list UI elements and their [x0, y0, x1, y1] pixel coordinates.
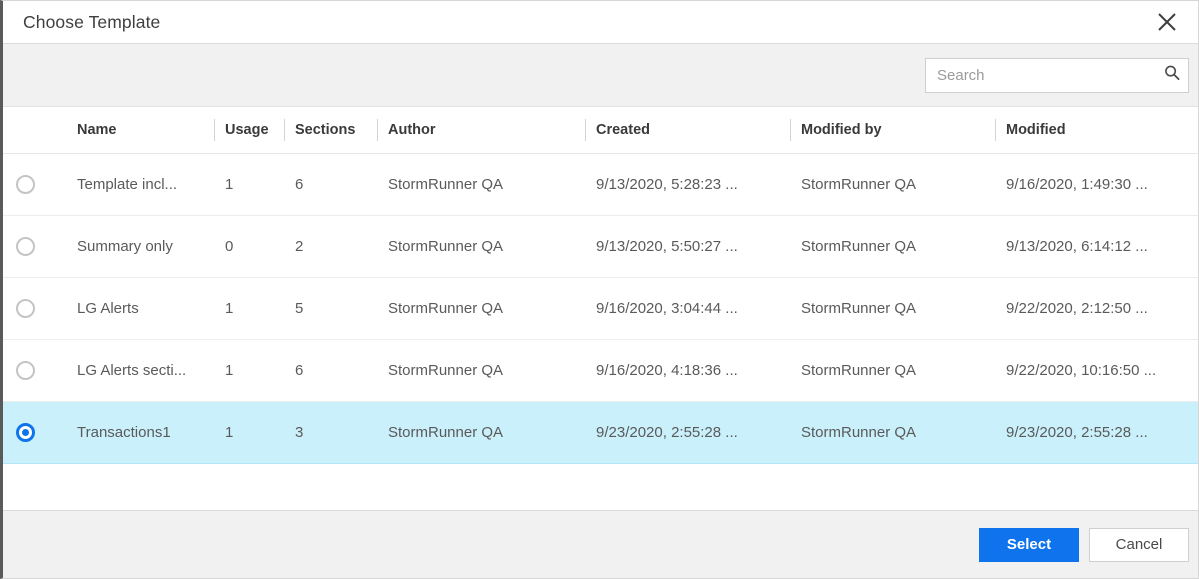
search-input[interactable]	[925, 57, 1189, 93]
cell-created: 9/13/2020, 5:50:27 ...	[585, 215, 790, 278]
cell-sections: 2	[284, 215, 377, 278]
cell-modified-by: StormRunner QA	[790, 153, 995, 216]
select-button[interactable]: Select	[979, 527, 1079, 562]
templates-table: Name Usage Sections Author Created Modif…	[3, 107, 1198, 464]
choose-template-dialog: Choose Template Search Name Usage Sectio…	[0, 0, 1199, 579]
column-header-modified-by[interactable]: Modified by	[790, 107, 995, 154]
column-header-sections[interactable]: Sections	[284, 107, 377, 154]
search-box	[925, 57, 1189, 93]
cell-modified: 9/13/2020, 6:14:12 ...	[995, 215, 1198, 278]
cell-name: Summary only	[66, 215, 214, 278]
dialog-toolbar	[3, 44, 1198, 107]
cell-created: 9/23/2020, 2:55:28 ...	[585, 400, 790, 464]
row-radio-button[interactable]	[16, 236, 35, 256]
cell-usage: 1	[214, 400, 284, 464]
cell-modified-by: StormRunner QA	[790, 215, 995, 278]
cell-sections: 6	[284, 153, 377, 216]
column-header-usage[interactable]: Usage	[214, 107, 284, 154]
column-header-name[interactable]: Name	[66, 107, 214, 154]
cell-usage: 1	[214, 277, 284, 340]
cell-author: StormRunner QA	[377, 277, 585, 340]
table-row[interactable]: Template incl... 1 6 StormRunner QA 9/13…	[3, 153, 1198, 216]
cell-author: StormRunner QA	[377, 400, 585, 464]
row-radio-button-checked[interactable]	[16, 422, 35, 442]
row-select-cell[interactable]	[3, 153, 66, 216]
row-select-cell[interactable]	[3, 400, 66, 464]
column-header-author[interactable]: Author	[377, 107, 585, 154]
row-select-cell[interactable]	[3, 277, 66, 340]
table-row-selected[interactable]: Transactions1 1 3 StormRunner QA 9/23/20…	[3, 400, 1198, 464]
cell-usage: 1	[214, 339, 284, 402]
dialog-title: Choose Template	[23, 11, 161, 32]
cell-modified: 9/22/2020, 10:16:50 ...	[995, 339, 1198, 402]
cell-author: StormRunner QA	[377, 215, 585, 278]
cell-created: 9/16/2020, 3:04:44 ...	[585, 277, 790, 340]
row-radio-button[interactable]	[16, 174, 35, 194]
cell-modified: 9/22/2020, 2:12:50 ...	[995, 277, 1198, 340]
column-header-modified[interactable]: Modified	[995, 107, 1198, 154]
close-icon	[1156, 11, 1178, 33]
cell-author: StormRunner QA	[377, 153, 585, 216]
cell-name: Template incl...	[66, 153, 214, 216]
dialog-footer: Select Cancel	[3, 510, 1198, 578]
cell-sections: 5	[284, 277, 377, 340]
row-select-cell[interactable]	[3, 215, 66, 278]
cell-modified: 9/23/2020, 2:55:28 ...	[995, 400, 1198, 464]
table-body: Template incl... 1 6 StormRunner QA 9/13…	[3, 153, 1198, 464]
cell-modified: 9/16/2020, 1:49:30 ...	[995, 153, 1198, 216]
cell-created: 9/13/2020, 5:28:23 ...	[585, 153, 790, 216]
table-header: Name Usage Sections Author Created Modif…	[3, 107, 1198, 154]
column-header-select	[3, 107, 66, 154]
column-header-created[interactable]: Created	[585, 107, 790, 154]
row-select-cell[interactable]	[3, 339, 66, 402]
cell-modified-by: StormRunner QA	[790, 400, 995, 464]
table-row[interactable]: Summary only 0 2 StormRunner QA 9/13/202…	[3, 215, 1198, 278]
close-button[interactable]	[1150, 5, 1184, 39]
cell-usage: 1	[214, 153, 284, 216]
table-header-row: Name Usage Sections Author Created Modif…	[3, 107, 1198, 154]
table-row[interactable]: LG Alerts secti... 1 6 StormRunner QA 9/…	[3, 339, 1198, 402]
cell-name: LG Alerts secti...	[66, 339, 214, 402]
cell-name: LG Alerts	[66, 277, 214, 340]
row-radio-button[interactable]	[16, 298, 35, 318]
cell-usage: 0	[214, 215, 284, 278]
table-row[interactable]: LG Alerts 1 5 StormRunner QA 9/16/2020, …	[3, 277, 1198, 340]
cell-modified-by: StormRunner QA	[790, 277, 995, 340]
cell-sections: 3	[284, 400, 377, 464]
row-radio-button[interactable]	[16, 360, 35, 380]
cell-sections: 6	[284, 339, 377, 402]
cell-created: 9/16/2020, 4:18:36 ...	[585, 339, 790, 402]
templates-table-container: Name Usage Sections Author Created Modif…	[3, 107, 1198, 510]
cancel-button[interactable]: Cancel	[1089, 527, 1189, 562]
cell-modified-by: StormRunner QA	[790, 339, 995, 402]
dialog-titlebar: Choose Template	[3, 1, 1198, 44]
cell-name: Transactions1	[66, 400, 214, 464]
cell-author: StormRunner QA	[377, 339, 585, 402]
